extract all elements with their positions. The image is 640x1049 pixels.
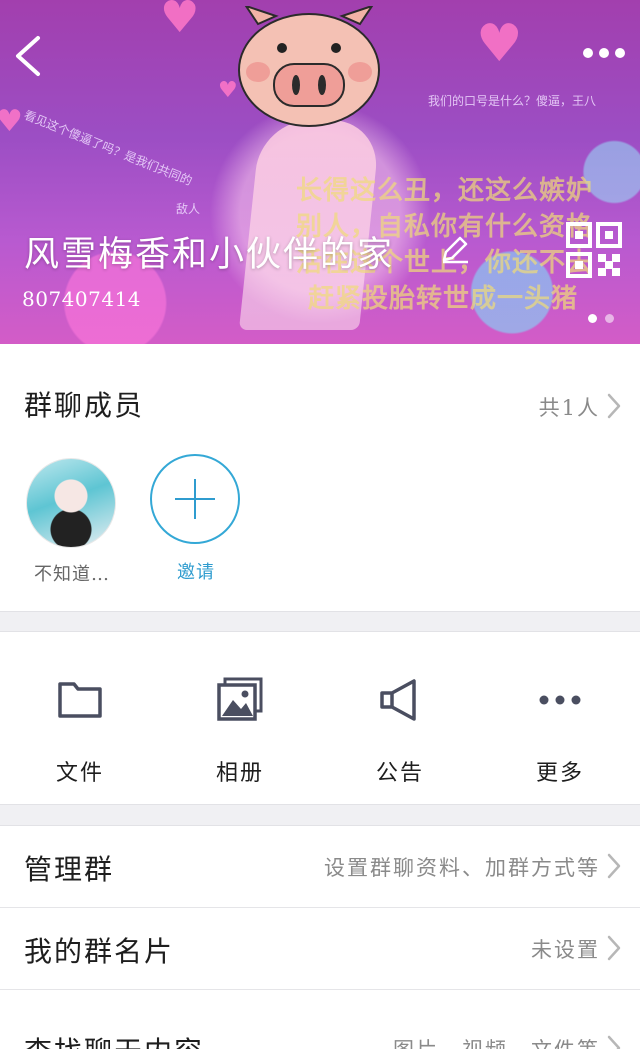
invite-label: 邀请 [177,562,215,583]
pig-face-sticker [238,6,380,127]
tool-notice[interactable]: 公告 [320,632,480,806]
my-group-card-title: 我的群名片 [24,935,175,968]
tool-notice-label: 公告 [375,761,424,786]
cover-caption-left: 看见这个傻逼了吗？是我们共同的 [22,107,195,189]
heart-decoration: ♥ [476,14,523,74]
heart-decoration: ♥ [218,78,238,103]
manage-group-row[interactable]: 管理群 设置群聊资料、加群方式等 [0,826,640,908]
settings-section: 管理群 设置群聊资料、加群方式等 我的群名片 未设置 查找聊天内容 图片、视频、… [0,825,640,1049]
album-icon [217,677,263,721]
chevron-right-icon [607,393,621,419]
member-name: 不知道… [34,564,110,585]
search-chat-row[interactable]: 查找聊天内容 图片、视频、文件等 [0,1008,640,1049]
more-options-icon[interactable] [582,40,626,66]
tool-album[interactable]: 相册 [160,632,320,806]
cover-text-line4: 赶紧投胎转世成一头猪 [308,284,579,314]
page-dot-active [588,314,597,323]
qr-code-icon[interactable] [566,222,622,278]
tool-more[interactable]: 更多 [480,632,640,806]
member-item[interactable]: 不知道… [26,458,118,586]
members-count: 共1人 [538,396,600,420]
tool-more-label: 更多 [535,761,584,786]
avatar[interactable] [26,458,116,548]
back-arrow-icon[interactable] [10,30,50,82]
manage-group-title: 管理群 [24,853,115,886]
tool-album-label: 相册 [215,761,264,786]
tools-section: 文件 相册 公告 更多 [0,631,640,805]
tool-files[interactable]: 文件 [0,632,160,806]
more-dots-icon [539,695,581,705]
group-cover-banner[interactable]: ♥ ♥ ♥ ♥ 看见这个傻逼了吗？是我们共同的 敌人 我们的口号是什么？傻逼，王… [0,0,640,344]
group-name: 风雪梅香和小伙伴的家 [24,235,395,275]
group-id: 807407414 [22,287,142,311]
megaphone-icon [380,679,416,721]
cover-text-line1: 长得这么丑，还这么嫉妒 [296,176,594,206]
search-chat-hint: 图片、视频、文件等 [393,1034,600,1049]
chevron-right-icon [607,853,621,879]
plus-icon[interactable] [150,454,240,544]
heart-decoration: ♥ [160,0,200,43]
members-title: 群聊成员 [24,389,145,422]
cover-page-indicator [588,314,614,323]
manage-group-hint: 设置群聊资料、加群方式等 [324,856,600,880]
tool-files-label: 文件 [55,761,104,786]
chevron-right-icon [607,935,621,961]
chevron-right-icon [607,1035,621,1049]
search-chat-title: 查找聊天内容 [24,1030,204,1049]
heart-decoration: ♥ [0,104,23,139]
my-group-card-value: 未设置 [531,938,600,962]
edit-pencil-icon[interactable] [440,234,470,264]
folder-icon [58,682,102,718]
cover-caption-right: 我们的口号是什么？傻逼，王八 [428,94,597,108]
cover-caption-left-2: 敌人 [176,202,201,216]
page-dot [605,314,614,323]
my-group-card-row[interactable]: 我的群名片 未设置 [0,908,640,990]
invite-button[interactable]: 邀请 [150,454,242,584]
